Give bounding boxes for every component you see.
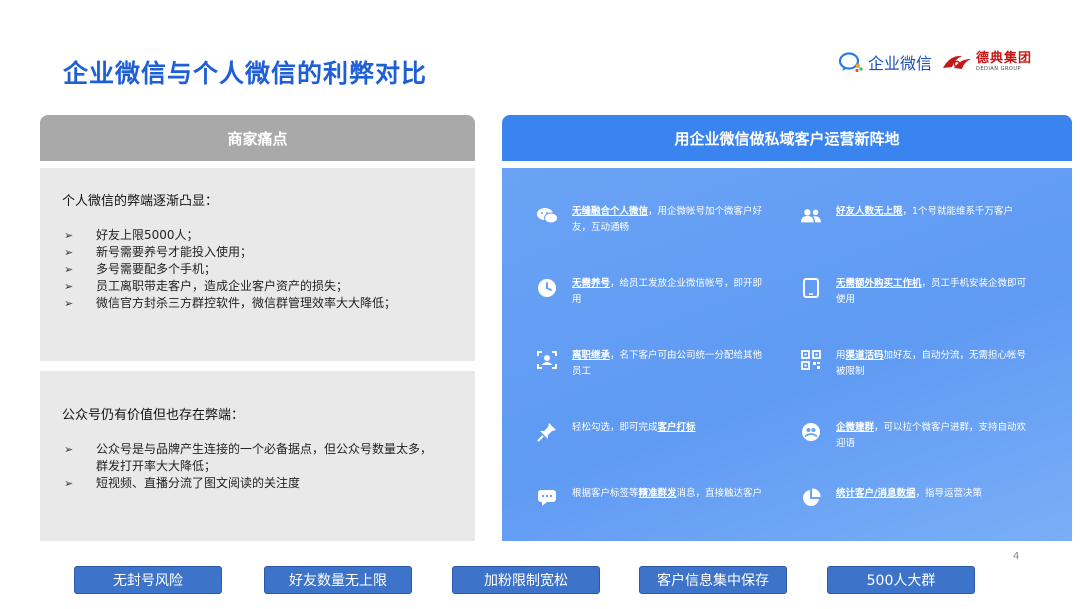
page-title: 企业微信与个人微信的利弊对比 <box>63 59 428 88</box>
dedian-name-en: DEDIAN GROUP <box>975 66 1022 72</box>
pin-icon <box>536 421 558 443</box>
merchant-pain-points-header: 商家痛点 <box>40 115 475 161</box>
list-item: ➢ 短视频、直播分流了图文阅读的关注度 <box>64 476 301 490</box>
feature-item: 离职继承，名下客户可由公司统一分配给其他员工 <box>536 348 766 380</box>
list-item: ➢ 微信官方封杀三方群控软件，微信群管理效率大大降低； <box>64 296 397 310</box>
scan-user-icon <box>536 349 558 371</box>
arrow-bullet-icon: ➢ <box>64 246 74 259</box>
benefit-pill: 无封号风险 <box>74 566 222 594</box>
dedian-logo: 德典集团 DEDIAN GROUP <box>942 52 1032 72</box>
wecom-private-domain-header: 用企业微信做私域客户运营新阵地 <box>502 115 1072 161</box>
wecom-logo: 企业微信 <box>838 50 932 74</box>
benefit-pill: 加粉限制宽松 <box>452 566 600 594</box>
tablet-icon <box>800 277 822 299</box>
pie-chart-icon <box>800 487 822 509</box>
arrow-bullet-icon: ➢ <box>64 477 74 490</box>
page-number: 4 <box>1013 551 1020 562</box>
arrow-bullet-icon: ➢ <box>64 229 74 242</box>
personal-wechat-drawbacks-list: ➢ 好友上限5000人； ➢ 新号需要养号才能投入使用； ➢ 多号需要配多个手机； ➢… <box>62 227 453 312</box>
feature-item: 用渠道活码加好友，自动分流，无需担心帐号被限制 <box>800 348 1030 380</box>
chat-bubbles-icon <box>536 205 558 227</box>
feature-item: 根据客户标签等精准群发消息，直接触达客户 <box>536 486 766 509</box>
wecom-icon <box>838 52 863 73</box>
feature-item: 好友人数无上限，1个号就能维系千万客户 <box>800 204 1030 227</box>
qrcode-icon <box>800 349 822 371</box>
wecom-features-panel: 无缝融合个人微信，用企微帐号加个微客户好友，互动通畅 好友人数无上限，1个号就能… <box>502 168 1072 541</box>
dedian-name: 德典集团 <box>975 51 1032 66</box>
list-item: ➢ 新号需要养号才能投入使用； <box>64 245 253 259</box>
arrow-bullet-icon: ➢ <box>64 297 74 310</box>
benefit-pills: 无封号风险 好友数量无上限 加粉限制宽松 客户信息集中保存 500人大群 <box>0 566 1080 594</box>
logos: 企业微信 德典集团 DEDIAN GROUP <box>838 50 1032 74</box>
feature-item: 企微建群，可以拉个微客户进群，支持自动欢迎语 <box>800 420 1030 452</box>
arrow-bullet-icon: ➢ <box>64 443 74 456</box>
list-item: ➢ 多号需要配多个手机； <box>64 262 217 276</box>
official-account-drawbacks-box: 公众号仍有价值但也存在弊端： ➢ 公众号是与品牌产生连接的一个必备据点，但公众号数… <box>40 371 475 541</box>
feature-item: 无需养号，给员工发放企业微信帐号，即开即用 <box>536 276 766 308</box>
arrow-bullet-icon: ➢ <box>64 280 74 293</box>
benefit-pill: 500人大群 <box>827 566 975 594</box>
benefit-pill: 好友数量无上限 <box>264 566 412 594</box>
personal-wechat-drawbacks-title: 个人微信的弊端逐渐凸显： <box>62 194 219 209</box>
clock-icon <box>536 277 558 299</box>
feature-item: 无缝融合个人微信，用企微帐号加个微客户好友，互动通畅 <box>536 204 766 236</box>
official-account-drawbacks-list: ➢ 公众号是与品牌产生连接的一个必备据点，但公众号数量太多，群发打开率大大降低； … <box>62 441 453 492</box>
group-chat-icon <box>800 421 822 443</box>
feature-item: 轻松勾选，即可完成客户打标 <box>536 420 766 443</box>
benefit-pill: 客户信息集中保存 <box>639 566 787 594</box>
arrow-bullet-icon: ➢ <box>64 263 74 276</box>
list-item: ➢ 员工离职带走客户，造成企业客户资产的损失； <box>64 279 349 293</box>
feature-item: 无需额外购买工作机，员工手机安装企微即可使用 <box>800 276 1030 308</box>
wecom-label: 企业微信 <box>867 54 932 73</box>
list-item: ➢ 好友上限5000人； <box>64 228 199 242</box>
list-item: ➢ 公众号是与品牌产生连接的一个必备据点，但公众号数量太多，群发打开率大大降低； <box>64 442 433 473</box>
message-icon <box>536 487 558 509</box>
official-account-drawbacks-title: 公众号仍有价值但也存在弊端： <box>62 408 245 423</box>
feature-item: 统计客户/消息数据，指导运营决策 <box>800 486 1030 509</box>
users-icon <box>800 205 822 227</box>
dedian-mark-icon <box>942 55 971 69</box>
personal-wechat-drawbacks-box: 个人微信的弊端逐渐凸显： ➢ 好友上限5000人； ➢ 新号需要养号才能投入使用； … <box>40 168 475 361</box>
